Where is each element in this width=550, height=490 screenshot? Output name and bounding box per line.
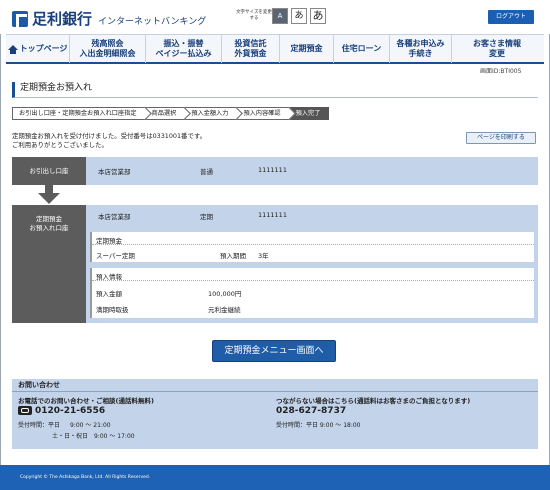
step-amount-input: 預入金額入力	[184, 107, 238, 120]
contact-section: お問い合わせ お電話でのお問い合わせ・ご相談(通話料無料) 0120-21-65…	[12, 379, 538, 449]
completion-message-line: ご利用ありがとうございました。	[12, 141, 108, 149]
nav-item-label: 入出金明細照会	[79, 49, 136, 58]
deposit-account-number: 1111111	[258, 211, 287, 219]
font-size-large-button[interactable]: あ	[310, 8, 326, 24]
step-account-select: お引出し口座・定期預金お預入れ口座指定	[12, 107, 146, 120]
step-confirm: 預入内容確認	[236, 107, 290, 120]
amount-value: 100,000円	[208, 290, 242, 298]
withdraw-account-number: 1111111	[258, 166, 287, 174]
contact-right-heading: つながらない場合はこちら(通話料はお客さまのご負担となります)	[276, 397, 471, 405]
withdraw-account-type: 普通	[200, 168, 213, 176]
print-page-button[interactable]: ページを印刷する	[466, 132, 536, 144]
nav-item-applications[interactable]: 各種お申込み 手続き	[390, 35, 452, 63]
freedial-icon	[18, 406, 32, 415]
product-name: スーパー定期	[96, 252, 135, 260]
nav-item-label: 各種お申込み	[396, 39, 445, 48]
home-icon	[7, 45, 18, 54]
nav-item-investment[interactable]: 投資信託 外貨預金	[222, 35, 280, 63]
withdraw-account-row: 本店営業部 普通 1111111	[86, 157, 538, 185]
footer-copyright: Copyright © The Ashikaga Bank, Ltd. All …	[0, 465, 550, 490]
nav-item-balance[interactable]: 残高照会 入出金明細照会	[70, 35, 146, 63]
contact-title: お問い合わせ	[12, 379, 538, 392]
bank-logo-icon	[12, 10, 28, 27]
maturity-label: 満期時取扱	[96, 306, 129, 314]
font-size-label: 文字サイズを変更する	[236, 10, 272, 21]
time-deposit-menu-button[interactable]: 定期預金メニュー画面へ	[212, 340, 336, 362]
bank-logo[interactable]: 足利銀行 インターネットバンキング	[12, 8, 206, 29]
logout-button[interactable]: ログアウト	[488, 10, 534, 24]
nav-item-label: 手続き	[408, 49, 433, 58]
page-title: 定期預金お預入れ	[12, 82, 538, 98]
deposit-branch: 本店営業部	[98, 213, 131, 221]
nav-item-label: 変更	[489, 49, 505, 58]
hours-weekday: 9:00 ～ 21:00	[70, 422, 111, 429]
product-section: 定期預金 スーパー定期 預入期間 3年	[90, 232, 534, 262]
nav-item-label: 投資信託	[234, 39, 267, 48]
header: 足利銀行 インターネットバンキング 文字サイズを変更する A あ あ ログアウト	[0, 0, 550, 34]
deposit-label-line: 定期預金	[36, 215, 62, 223]
bank-name: 足利銀行	[32, 10, 93, 28]
deposit-label-line: お預入れ口座	[29, 224, 69, 232]
completion-message: 定期預金お預入れを受け付けました。受付番号は0331001番です。 ご利用ありが…	[12, 132, 206, 150]
deposit-info-section: 預入情報 預入金額 100,000円 満期時取扱 元利金継続	[90, 268, 534, 318]
service-name: インターネットバンキング	[98, 17, 207, 27]
nav-item-housing-loan[interactable]: 住宅ローン	[334, 35, 390, 63]
nav-item-label: ペイジー払込み	[155, 49, 212, 58]
contact-left-heading: お電話でのお問い合わせ・ご相談(通話料無料)	[18, 397, 154, 405]
contact-phone: 0120-21-6556	[18, 406, 105, 416]
contact-alt-hours: 受付時間：平日 9:00 ～ 18:00	[276, 422, 361, 429]
period-value: 3年	[258, 252, 269, 260]
nav-item-top[interactable]: トップページ	[6, 35, 70, 63]
font-size-medium-button[interactable]: あ	[291, 8, 307, 24]
period-label: 預入期間	[220, 252, 246, 260]
nav-item-label: トップページ	[19, 44, 68, 53]
amount-label: 預入金額	[96, 290, 122, 298]
nav-item-time-deposit[interactable]: 定期預金	[280, 35, 334, 63]
nav-item-label: お客さま情報	[473, 39, 521, 48]
nav-item-transfer[interactable]: 振込・振替 ペイジー払込み	[146, 35, 222, 63]
nav-item-label: 振込・振替	[163, 39, 204, 48]
global-nav: トップページ 残高照会 入出金明細照会 振込・振替 ペイジー払込み 投資信託 外…	[6, 34, 544, 64]
nav-item-label: 残高照会	[91, 39, 124, 48]
font-size-small-button[interactable]: A	[272, 8, 288, 24]
deposit-account-type: 定期	[200, 213, 213, 221]
deposit-account-label: 定期預金 お預入れ口座	[12, 205, 86, 323]
completion-message-line: 定期預金お預入れを受け付けました。受付番号は0331001番です。	[12, 132, 206, 140]
withdraw-branch: 本店営業部	[98, 168, 131, 176]
arrow-down-icon	[38, 185, 60, 205]
progress-steps: お引出し口座・定期預金お預入れ口座指定 商品選択 預入金額入力 預入内容確認 預…	[12, 107, 330, 120]
contact-phone-number: 0120-21-6556	[35, 406, 106, 416]
contact-alt-phone: 028-627-8737	[276, 406, 347, 416]
nav-item-label: 外貨預金	[234, 49, 267, 58]
hours-weekday-label: 受付時間：平日	[18, 422, 61, 429]
maturity-value: 元利金継続	[208, 306, 241, 314]
hours-weekend: 9:00 ～ 17:00	[94, 433, 135, 440]
hours-weekend-label: 土・日・祝日	[52, 433, 89, 440]
nav-item-label: 住宅ローン	[341, 44, 382, 53]
screen-id: 画面ID:BTI005	[480, 68, 522, 75]
nav-item-customer-info[interactable]: お客さま情報 変更	[452, 35, 542, 63]
withdraw-account-label: お引出し口座	[12, 157, 86, 185]
nav-item-label: 定期預金	[290, 44, 323, 53]
